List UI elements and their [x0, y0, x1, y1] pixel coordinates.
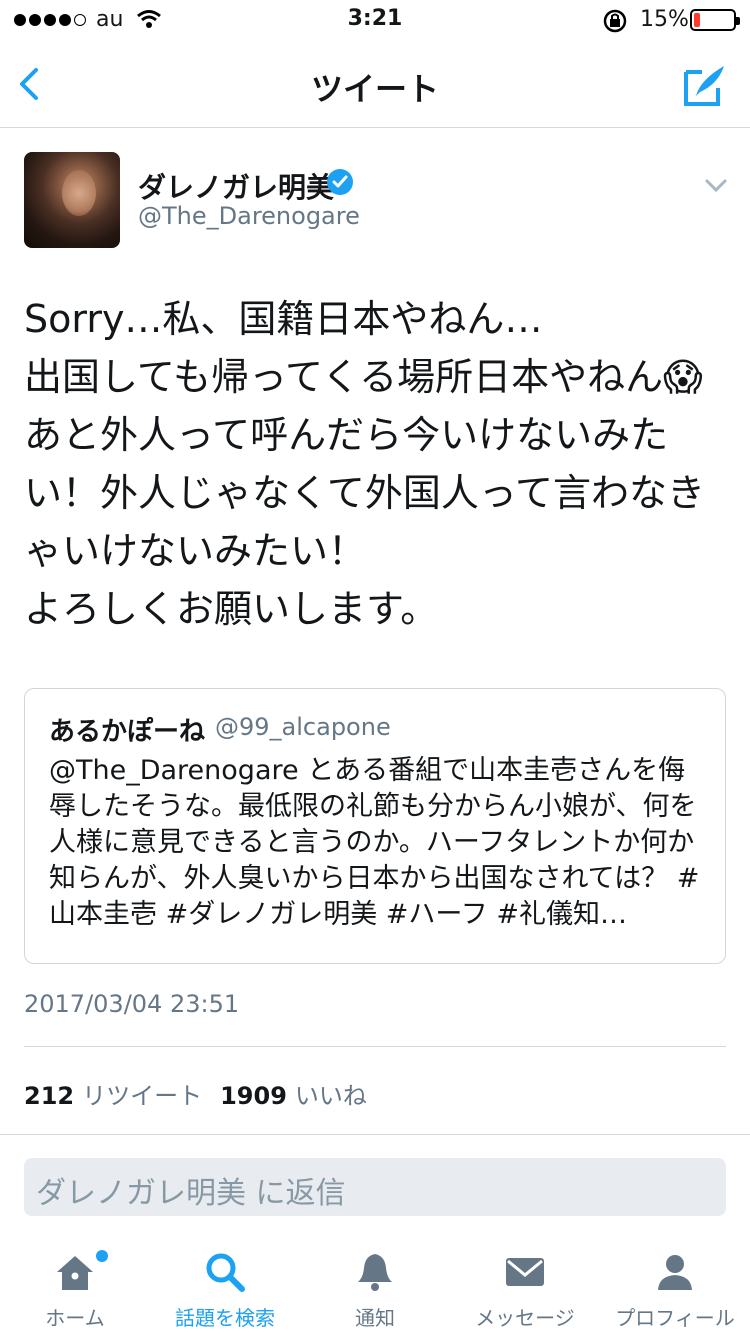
status-bar: au 3:21 15% — [0, 0, 750, 40]
compose-tweet-icon[interactable] — [682, 62, 728, 108]
retweet-count[interactable]: 212 — [24, 1082, 74, 1110]
tab-label: 話題を検索 — [175, 1306, 275, 1330]
retweet-label[interactable]: リツイート — [82, 1076, 202, 1111]
quoted-author-handle: @99_alcapone — [215, 713, 391, 741]
tweet-timestamp: 2017/03/04 23:51 — [24, 990, 240, 1018]
tab-label: プロフィール — [615, 1306, 735, 1330]
author-avatar[interactable] — [24, 152, 120, 248]
like-label[interactable]: いいね — [295, 1076, 367, 1111]
divider — [0, 1134, 750, 1135]
notification-dot — [96, 1250, 108, 1262]
search-icon — [206, 1253, 245, 1292]
verified-badge-icon — [327, 169, 353, 195]
author-handle[interactable]: @The_Darenogare — [138, 202, 360, 230]
tweet-stats: 212 リツイート 1909 いいね — [24, 1076, 385, 1111]
tab-label: メッセージ — [475, 1306, 575, 1330]
battery-percentage: 15% — [640, 7, 689, 32]
like-count[interactable]: 1909 — [220, 1082, 287, 1110]
tab-profile[interactable]: プロフィール — [600, 1240, 750, 1334]
divider — [24, 1046, 726, 1047]
rotation-lock-icon — [603, 9, 627, 33]
tab-label: 通知 — [355, 1306, 395, 1330]
bell-icon — [358, 1254, 392, 1291]
tab-home[interactable]: ホーム — [0, 1240, 150, 1334]
reply-input[interactable]: ダレノガレ明美 に返信 — [24, 1158, 726, 1216]
tab-messages[interactable]: メッセージ — [450, 1240, 600, 1334]
tweet-text: Sorry…私、国籍日本やねん… 出国しても帰ってくる場所日本やねん😱あと外人っ… — [24, 297, 705, 631]
navigation-bar: ツイート — [0, 40, 750, 128]
person-icon — [658, 1255, 692, 1290]
tab-notifications[interactable]: 通知 — [300, 1240, 450, 1334]
envelope-icon — [506, 1258, 544, 1286]
quoted-tweet-text: @The_Darenogare とある番組で山本圭壱さんを侮辱したそうな。最低限… — [49, 755, 700, 930]
battery-icon — [690, 9, 740, 31]
home-icon — [57, 1256, 93, 1290]
quoted-author-name: あるかぽーね — [49, 717, 206, 747]
tab-bar: ホーム 話題を検索 通知 メッセージ プロフィール — [0, 1240, 750, 1334]
tab-label: ホーム — [45, 1306, 105, 1330]
chevron-down-icon[interactable] — [704, 178, 728, 194]
clock: 3:21 — [347, 6, 403, 31]
author-display-name[interactable]: ダレノガレ明美 — [138, 166, 334, 206]
quoted-tweet-card[interactable]: あるかぽーね @99_alcapone @The_Darenogare とある番… — [24, 688, 726, 964]
page-title: ツイート — [310, 70, 439, 108]
tab-search[interactable]: 話題を検索 — [150, 1240, 300, 1334]
